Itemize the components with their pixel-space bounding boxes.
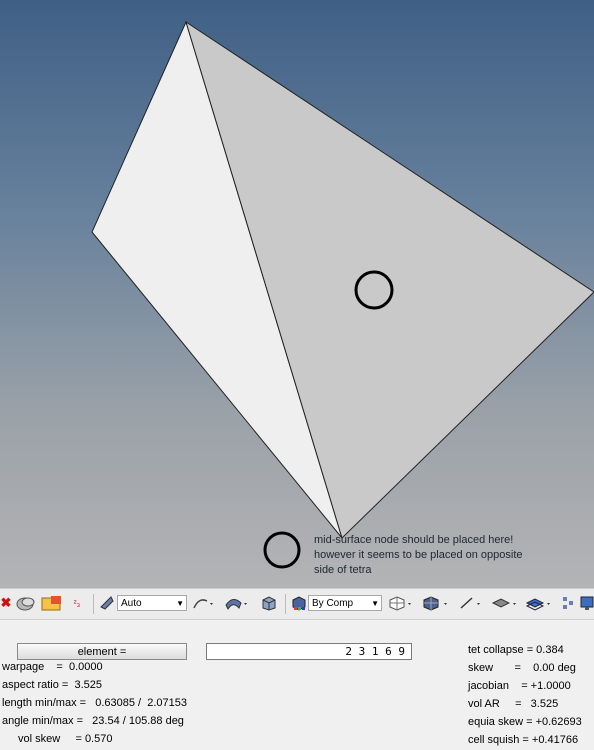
visualization-toolbar: ✖ ²₃ Auto ▼ By Comp ▼	[0, 588, 594, 620]
cell-squish-readout: cell squish = +0.41766	[468, 734, 579, 746]
chevron-down-icon: ▼	[176, 599, 184, 608]
mask-icon[interactable]	[15, 595, 37, 611]
shaded-element-icon[interactable]	[420, 595, 452, 611]
element-color-mode-select[interactable]: Auto ▼	[117, 595, 187, 611]
chevron-down-icon: ▼	[371, 599, 379, 608]
note-line-3: side of tetra	[314, 564, 372, 576]
line-icon[interactable]	[456, 595, 486, 611]
note-line-2: however it seems to be placed on opposit…	[314, 549, 523, 561]
equia-skew-readout: equia skew = +0.62693	[468, 716, 582, 728]
tree-icon[interactable]	[561, 595, 575, 611]
auto-select-label: Auto	[121, 598, 142, 609]
monitor-icon[interactable]	[580, 595, 594, 611]
toolbar-separator	[285, 594, 286, 614]
plane-icon[interactable]	[490, 595, 522, 611]
numbering-icon[interactable]: ²₃	[68, 595, 86, 611]
toolbar-separator	[93, 594, 94, 614]
annotation-note: mid-surface node should be placed here! …	[314, 533, 584, 578]
layer-icon[interactable]	[524, 595, 556, 611]
graphics-viewport[interactable]: mid-surface node should be placed here! …	[0, 0, 594, 588]
warpage-readout: warpage = 0.0000	[2, 661, 103, 673]
skew-readout: skew = 0.00 deg	[468, 662, 576, 674]
length-readout: length min/max = 0.63085 / 2.07153	[2, 697, 187, 709]
color-by-select[interactable]: By Comp ▼	[308, 595, 382, 611]
jacobian-readout: jacobian = +1.0000	[468, 680, 571, 692]
aspect-ratio-readout: aspect ratio = 3.525	[2, 679, 102, 691]
tet-collapse-readout: tet collapse = 0.384	[468, 644, 564, 656]
folder-icon[interactable]	[40, 595, 64, 611]
surface-style-icon[interactable]	[222, 595, 250, 611]
vol-ar-readout: vol AR = 3.525	[468, 698, 559, 710]
color-mode-icon[interactable]	[290, 595, 308, 611]
element-select-button[interactable]: element =	[17, 643, 187, 660]
tetra-model	[91, 20, 594, 569]
marker-circle-note	[263, 531, 301, 569]
mesh-icon[interactable]	[386, 595, 416, 611]
note-line-1: mid-surface node should be placed here!	[314, 534, 514, 546]
element-id-field[interactable]: 2 3 1 6 9	[206, 643, 412, 660]
angle-readout: angle min/max = 23.54 / 105.88 deg	[2, 715, 184, 727]
line-style-icon[interactable]	[190, 595, 216, 611]
visualization-icon[interactable]	[98, 595, 116, 611]
bycomp-select-label: By Comp	[312, 598, 354, 609]
close-icon[interactable]: ✖	[0, 595, 12, 611]
vol-skew-readout: vol skew = 0.570	[18, 733, 113, 745]
solid-view-icon[interactable]	[258, 595, 280, 611]
